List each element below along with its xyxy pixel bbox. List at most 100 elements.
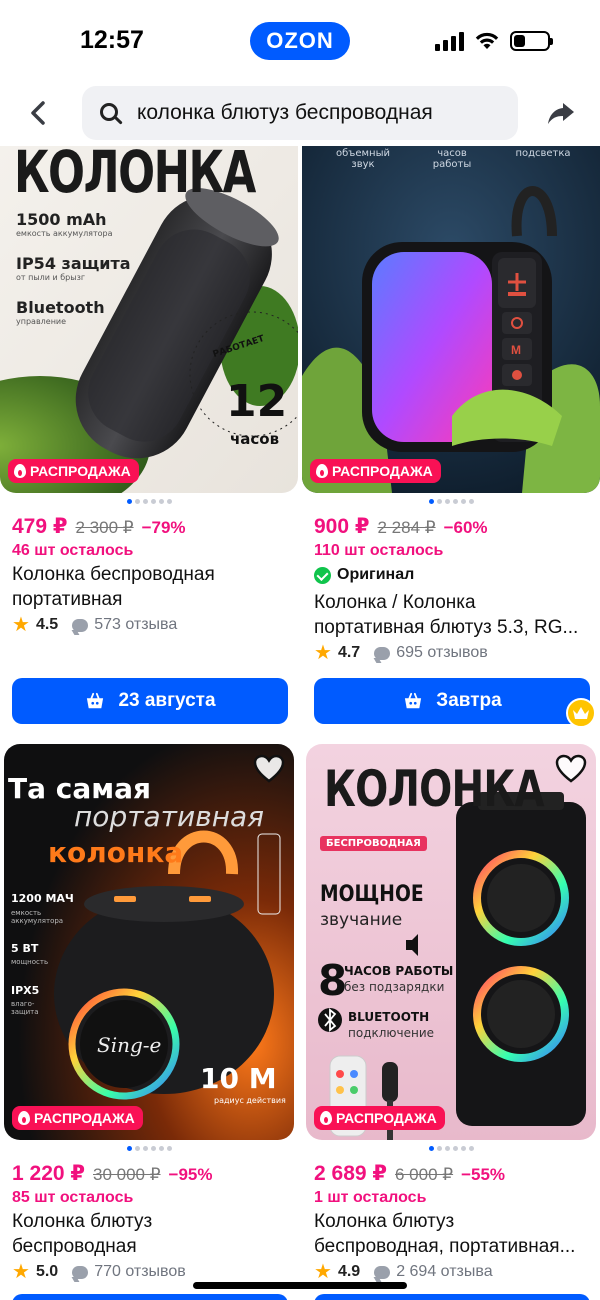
- product-image[interactable]: M объемный звук часов работы подсветка Р…: [302, 146, 600, 493]
- reviews-bubble-icon: [72, 618, 89, 632]
- flame-icon: [316, 464, 328, 478]
- image-range-label: радиус действия: [214, 1096, 286, 1105]
- star-icon: ★: [314, 642, 332, 664]
- product-card[interactable]: КОЛОНКА 1500 mAh емкость аккумулятора IP…: [0, 146, 298, 736]
- product-title[interactable]: Колонка / Колонка портативная блютуз 5.3…: [314, 590, 592, 642]
- reviews-bubble-icon: [72, 1265, 89, 1279]
- star-icon: ★: [314, 1261, 332, 1283]
- favorite-heart-icon[interactable]: [554, 752, 588, 786]
- chevron-left-icon[interactable]: [22, 96, 56, 130]
- stock-left: 1 шт осталось: [314, 1189, 427, 1206]
- status-bar: 12:57 OZON: [0, 0, 600, 80]
- product-card[interactable]: Sing-e Та самая портативная колонка 1200…: [0, 742, 298, 1300]
- rating-row: ★ 5.0 770 отзывов: [12, 1262, 186, 1282]
- rating-row: ★ 4.5 573 отзыва: [12, 615, 177, 635]
- image-hours: ЧАСОВ РАБОТЫ: [344, 964, 454, 978]
- favorite-heart-icon[interactable]: [252, 752, 286, 786]
- reviews-count: 770 отзывов: [94, 1263, 186, 1280]
- battery-level: [514, 35, 526, 47]
- star-icon: ★: [12, 1261, 30, 1283]
- image-spec: IPX5: [11, 984, 40, 997]
- rating-value: 5.0: [35, 1263, 59, 1280]
- cellular-signal-icon: [435, 31, 464, 51]
- sale-badge: РАСПРОДАЖА: [310, 459, 441, 483]
- checkmark-icon: [314, 566, 331, 584]
- product-card[interactable]: M объемный звук часов работы подсветка Р…: [302, 146, 600, 736]
- product-image[interactable]: КОЛОНКА БЕСПРОВОДНАЯ МОЩНОЕ звучание 8 Ч…: [306, 744, 596, 1140]
- image-pager-dots: [0, 499, 298, 504]
- discount: −79%: [141, 518, 186, 537]
- price: 900 ₽: [314, 515, 370, 538]
- product-image[interactable]: КОЛОНКА 1500 mAh емкость аккумулятора IP…: [0, 146, 298, 493]
- price-line: 479 ₽ 2 300 ₽ −79%: [12, 514, 186, 539]
- product-image[interactable]: Sing-e Та самая портативная колонка 1200…: [4, 744, 294, 1140]
- product-title[interactable]: Колонка блютуз беспроводная: [12, 1209, 290, 1261]
- image-hours-num: 8: [318, 956, 348, 1005]
- image-title: колонка: [48, 836, 184, 869]
- image-title: портативная: [74, 800, 264, 833]
- image-spec: влаго-защита: [11, 1000, 39, 1016]
- product-title[interactable]: Колонка блютуз беспроводная, портативная…: [314, 1209, 592, 1261]
- image-title: КОЛОНКА: [324, 760, 545, 818]
- reviews-bubble-icon: [374, 1265, 391, 1279]
- product-grid: КОЛОНКА 1500 mAh емкость аккумулятора IP…: [0, 146, 600, 1300]
- ozon-app-badge[interactable]: OZON: [250, 22, 350, 60]
- add-to-cart-button[interactable]: 23 августа: [12, 678, 288, 724]
- image-spec: IP54 защита: [16, 254, 131, 273]
- image-spec: емкость аккумулятора: [11, 909, 64, 925]
- price-line: 900 ₽ 2 284 ₽ −60%: [314, 514, 488, 539]
- delivery-date: 23 августа: [118, 690, 216, 711]
- image-spec: 5 ВТ: [11, 942, 39, 955]
- flame-icon: [14, 464, 26, 478]
- sale-badge: РАСПРОДАЖА: [12, 1106, 143, 1130]
- stock-left: 85 шт осталось: [12, 1189, 134, 1206]
- add-to-cart-button[interactable]: [12, 1294, 288, 1300]
- rating-value: 4.5: [35, 616, 59, 633]
- product-title[interactable]: Колонка беспроводная портативная: [12, 562, 290, 614]
- product-card[interactable]: КОЛОНКА БЕСПРОВОДНАЯ МОЩНОЕ звучание 8 Ч…: [302, 742, 600, 1300]
- rating-value: 4.9: [337, 1263, 361, 1280]
- search-header: колонка блютуз беспроводная: [0, 84, 600, 146]
- flame-icon: [320, 1111, 332, 1125]
- add-to-cart-button[interactable]: [314, 1294, 590, 1300]
- svg-text:M: M: [511, 343, 521, 357]
- svg-text:Sing-e: Sing-e: [97, 1033, 161, 1057]
- reviews-count: 2 694 отзыва: [396, 1263, 493, 1280]
- image-hours-sub: без подзарядки: [344, 980, 445, 994]
- image-power-sub: звучание: [320, 910, 403, 930]
- image-feature: подсветка: [515, 148, 571, 159]
- basket-icon: [87, 692, 104, 709]
- status-icons: [435, 28, 553, 54]
- old-price: 30 000 ₽: [93, 1165, 161, 1184]
- delivery-date: Завтра: [436, 690, 502, 711]
- image-spec: мощность: [11, 958, 49, 966]
- rating-value: 4.7: [337, 644, 361, 661]
- discount: −55%: [461, 1165, 506, 1184]
- image-spec: 1500 mAh: [16, 210, 107, 229]
- price: 479 ₽: [12, 515, 68, 538]
- discount: −60%: [443, 518, 488, 537]
- search-icon: [100, 103, 118, 121]
- share-arrow-icon[interactable]: [546, 98, 576, 128]
- image-spec: от пыли и брызг: [16, 273, 86, 282]
- rating-row: ★ 4.9 2 694 отзыва: [314, 1262, 493, 1282]
- search-query-text: колонка блютуз беспроводная: [137, 101, 433, 124]
- original-label: Оригинал: [314, 566, 414, 584]
- image-feature: часов работы: [432, 148, 472, 170]
- price-line: 2 689 ₽ 6 000 ₽ −55%: [314, 1161, 505, 1186]
- reviews-bubble-icon: [374, 646, 391, 660]
- flame-icon: [18, 1111, 30, 1125]
- image-bluetooth-sub: подключение: [348, 1026, 435, 1040]
- price: 1 220 ₽: [12, 1162, 85, 1185]
- image-hours: 12: [226, 376, 288, 427]
- image-spec: 1200 МАЧ: [11, 892, 74, 905]
- premium-crown-icon: [566, 698, 596, 728]
- home-indicator: [193, 1282, 407, 1289]
- sale-badge: РАСПРОДАЖА: [314, 1106, 445, 1130]
- star-icon: ★: [12, 614, 30, 636]
- old-price: 6 000 ₽: [395, 1165, 454, 1184]
- add-to-cart-button[interactable]: Завтра: [314, 678, 590, 724]
- sale-badge: РАСПРОДАЖА: [8, 459, 139, 483]
- search-input[interactable]: колонка блютуз беспроводная: [82, 86, 518, 140]
- price: 2 689 ₽: [314, 1162, 387, 1185]
